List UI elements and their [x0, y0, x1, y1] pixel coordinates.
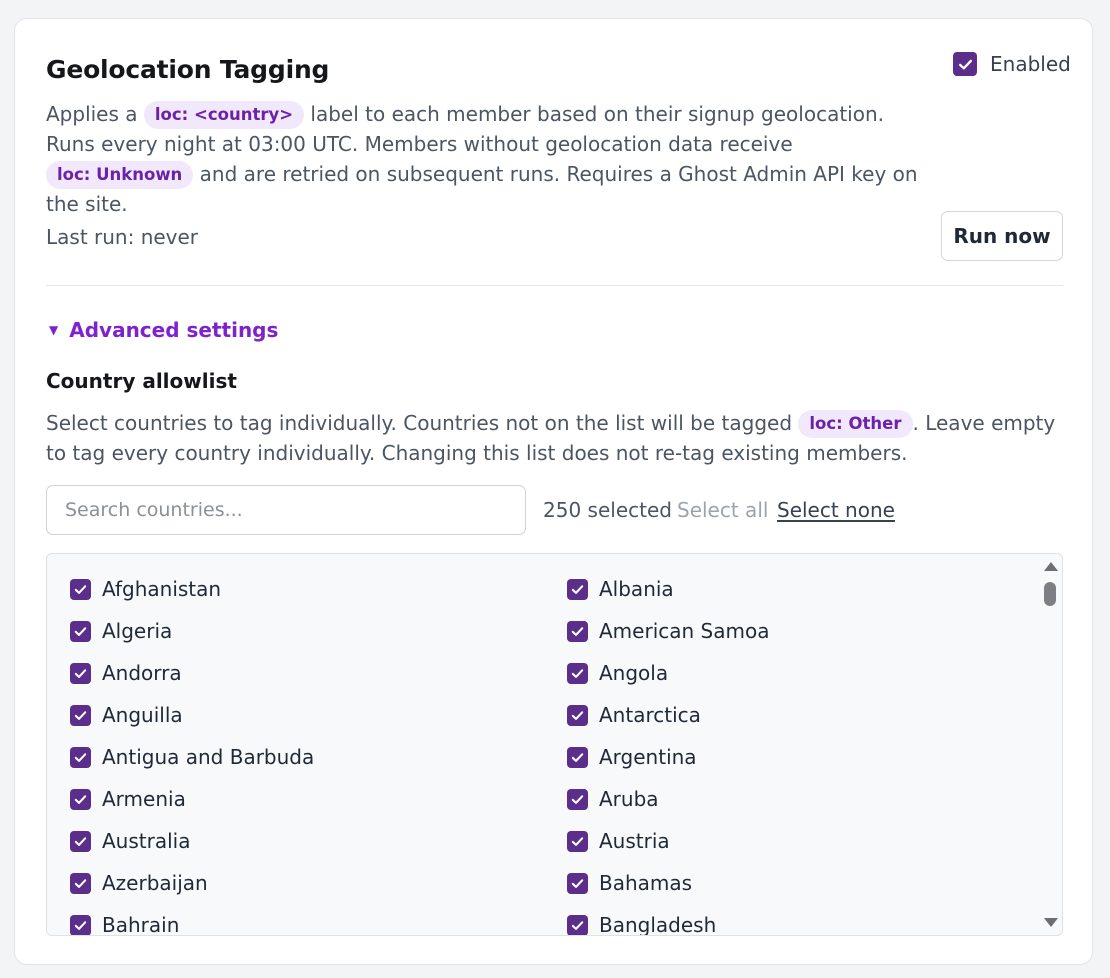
card-description: Applies a loc: <country> label to each m…	[46, 99, 936, 219]
country-option[interactable]: Antigua and Barbuda	[70, 745, 314, 769]
country-label: Albania	[599, 577, 674, 601]
search-countries-input[interactable]	[46, 485, 526, 535]
checkbox-checked-icon[interactable]	[70, 620, 91, 642]
divider	[46, 285, 1063, 286]
country-label: Austria	[599, 829, 670, 853]
triangle-down-icon: ▼	[49, 323, 59, 337]
country-label: Armenia	[102, 787, 186, 811]
scrollbar[interactable]	[1038, 554, 1062, 935]
checkbox-checked-icon[interactable]	[70, 830, 91, 852]
country-option[interactable]: Argentina	[567, 745, 697, 769]
country-label: Antigua and Barbuda	[102, 745, 315, 769]
country-allowlist-description: Select countries to tag individually. Co…	[46, 408, 1056, 468]
country-label: American Samoa	[599, 619, 770, 643]
pill-loc-unknown: loc: Unknown	[46, 161, 194, 189]
checkbox-checked-icon[interactable]	[567, 788, 588, 810]
checkbox-checked-icon[interactable]	[70, 704, 91, 726]
select-all-link[interactable]: Select all	[677, 498, 768, 522]
country-option[interactable]: Algeria	[70, 619, 172, 643]
geolocation-tagging-card: Geolocation Tagging Enabled Applies a lo…	[14, 18, 1093, 965]
checkbox-checked-icon[interactable]	[567, 620, 588, 642]
country-label: Anguilla	[102, 703, 183, 727]
scrollbar-thumb[interactable]	[1044, 582, 1056, 606]
country-option[interactable]: Bahrain	[70, 913, 180, 936]
country-label: Antarctica	[599, 703, 701, 727]
advanced-settings-label: Advanced settings	[69, 318, 279, 342]
country-label: Australia	[102, 829, 191, 853]
country-option[interactable]: Antarctica	[567, 703, 701, 727]
country-label: Angola	[599, 661, 669, 685]
country-option[interactable]: Bangladesh	[567, 913, 717, 936]
checkbox-checked-icon[interactable]	[70, 662, 91, 684]
country-label: Andorra	[102, 661, 182, 685]
checkbox-checked-icon[interactable]	[953, 52, 977, 76]
country-option[interactable]: Azerbaijan	[70, 871, 208, 895]
enabled-toggle[interactable]: Enabled	[953, 52, 1071, 76]
checkbox-checked-icon[interactable]	[567, 578, 588, 600]
advanced-settings-toggle[interactable]: ▼ Advanced settings	[49, 318, 278, 342]
card-title: Geolocation Tagging	[46, 55, 330, 84]
checkbox-checked-icon[interactable]	[70, 746, 91, 768]
checkbox-checked-icon[interactable]	[567, 914, 588, 935]
country-option[interactable]: Angola	[567, 661, 668, 685]
country-label: Algeria	[102, 619, 173, 643]
checkbox-checked-icon[interactable]	[567, 830, 588, 852]
enabled-label: Enabled	[990, 52, 1071, 76]
select-none-link[interactable]: Select none	[777, 498, 895, 522]
checkbox-checked-icon[interactable]	[567, 662, 588, 684]
scroll-down-arrow-icon[interactable]	[1044, 918, 1058, 927]
checkbox-checked-icon[interactable]	[567, 872, 588, 894]
checkbox-checked-icon[interactable]	[567, 704, 588, 726]
country-option[interactable]: American Samoa	[567, 619, 769, 643]
country-option[interactable]: Andorra	[70, 661, 182, 685]
country-label: Afghanistan	[102, 577, 222, 601]
country-label: Azerbaijan	[102, 871, 208, 895]
country-option[interactable]: Australia	[70, 829, 190, 853]
checkbox-checked-icon[interactable]	[70, 578, 91, 600]
country-option[interactable]: Afghanistan	[70, 577, 221, 601]
country-option[interactable]: Austria	[567, 829, 670, 853]
country-option[interactable]: Albania	[567, 577, 674, 601]
description-text: Applies a	[46, 102, 144, 126]
country-label: Bahrain	[102, 913, 180, 936]
scroll-up-arrow-icon[interactable]	[1044, 562, 1058, 571]
run-now-button[interactable]: Run now	[941, 211, 1063, 261]
country-option[interactable]: Armenia	[70, 787, 186, 811]
pill-loc-country: loc: <country>	[143, 101, 305, 129]
country-option[interactable]: Aruba	[567, 787, 659, 811]
checkbox-checked-icon[interactable]	[70, 872, 91, 894]
checkbox-checked-icon[interactable]	[70, 914, 91, 935]
selected-count: 250 selected	[543, 498, 672, 522]
allowlist-desc-text: Select countries to tag individually. Co…	[46, 411, 799, 435]
pill-loc-other: loc: Other	[798, 410, 913, 438]
checkbox-checked-icon[interactable]	[70, 788, 91, 810]
checkbox-checked-icon[interactable]	[567, 746, 588, 768]
last-run-status: Last run: never	[46, 225, 199, 249]
country-label: Argentina	[599, 745, 697, 769]
country-option[interactable]: Anguilla	[70, 703, 183, 727]
country-label: Bahamas	[599, 871, 693, 895]
country-option[interactable]: Bahamas	[567, 871, 692, 895]
country-allowlist-title: Country allowlist	[46, 369, 237, 393]
country-list[interactable]: Afghanistan Albania Algeria American Samoa A…	[46, 553, 1063, 936]
country-label: Aruba	[599, 787, 659, 811]
country-label: Bangladesh	[599, 913, 717, 936]
